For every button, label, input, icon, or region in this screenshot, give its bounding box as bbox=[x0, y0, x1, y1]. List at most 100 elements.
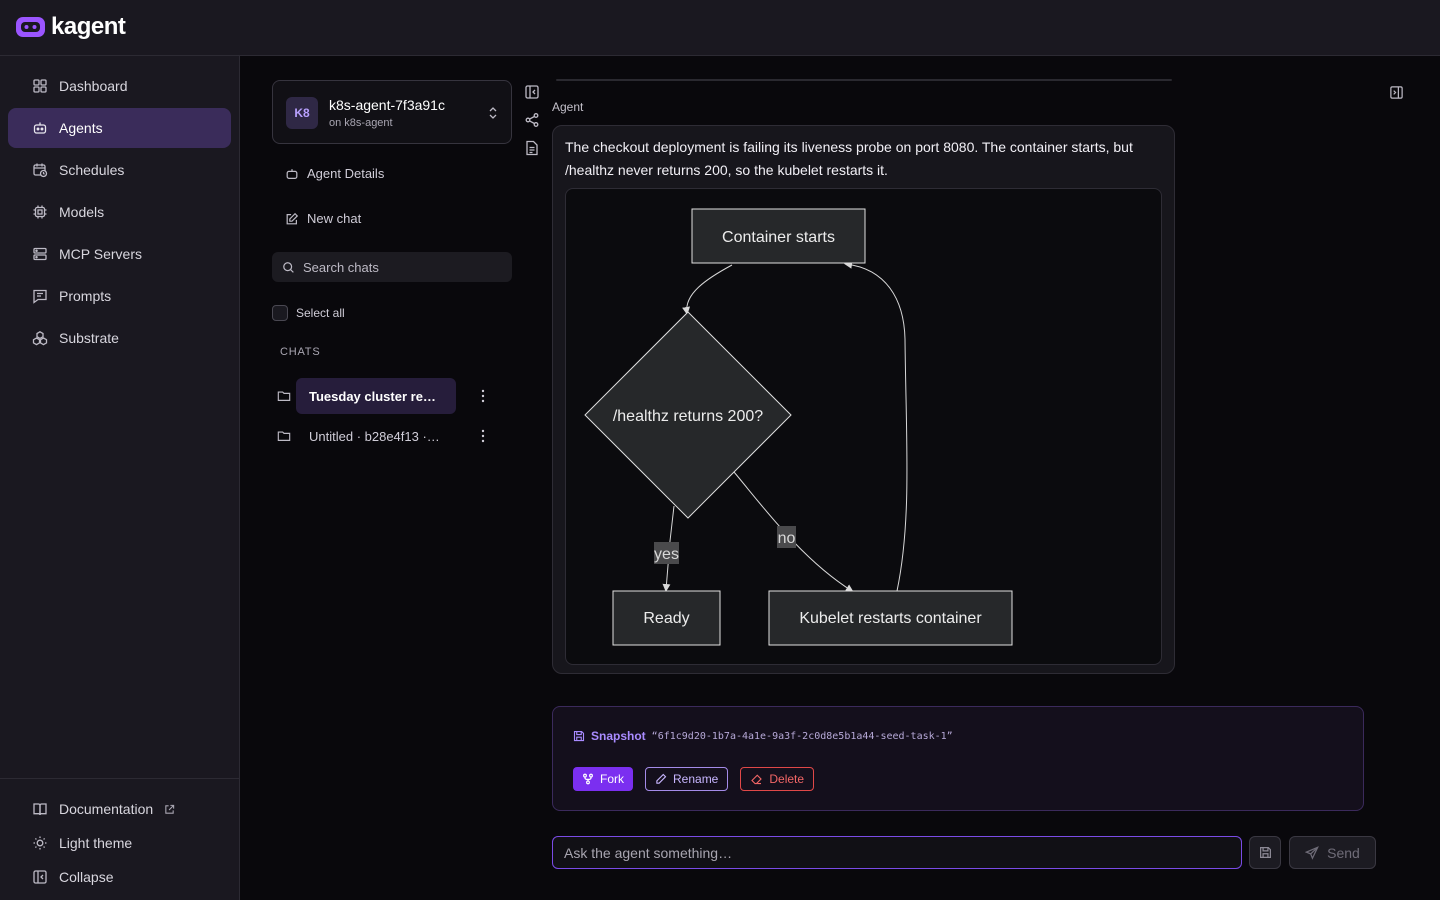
message-role: Agent bbox=[552, 100, 584, 114]
chat-list-panel: K8 k8s-agent-7f3a91c on k8s-agent Agent … bbox=[240, 56, 540, 900]
robot-logo-icon bbox=[16, 17, 45, 37]
save-icon bbox=[573, 730, 585, 742]
chat-tool-icons bbox=[524, 84, 540, 156]
sidebar-item-label: Prompts bbox=[59, 288, 112, 304]
file-text-icon[interactable] bbox=[524, 140, 540, 156]
chat-title[interactable]: Untitled · b28e4f13 ·… bbox=[296, 418, 456, 454]
select-all-checkbox[interactable] bbox=[272, 305, 288, 321]
agent-selector[interactable]: K8 k8s-agent-7f3a91c on k8s-agent bbox=[272, 80, 512, 144]
edge-restart-loop bbox=[844, 260, 908, 592]
chats-section-label: CHATS bbox=[280, 346, 321, 358]
node-label-ready: Ready bbox=[643, 610, 689, 627]
panel-left-icon[interactable] bbox=[524, 84, 540, 100]
brand-name: kagent bbox=[51, 13, 126, 40]
agent-avatar: K8 bbox=[286, 97, 318, 129]
node-label-restart: Kubelet restarts container bbox=[799, 610, 982, 627]
git-fork-icon bbox=[583, 773, 593, 785]
agent-namespace: on k8s-agent bbox=[329, 117, 393, 129]
agent-details-label: Agent Details bbox=[307, 166, 385, 181]
search-icon bbox=[283, 261, 294, 273]
rename-button[interactable]: Rename bbox=[645, 767, 729, 791]
fork-label: Fork bbox=[600, 772, 624, 786]
sidebar-item-substrate[interactable]: Substrate bbox=[8, 318, 231, 358]
chat-item[interactable]: Tuesday cluster re… bbox=[272, 378, 497, 414]
sidebar-footer: Documentation Light theme Collapse bbox=[0, 778, 239, 894]
send-label: Send bbox=[1327, 844, 1360, 861]
chat-input-placeholder: Ask the agent something… bbox=[564, 844, 733, 861]
chat-item[interactable]: Untitled · b28e4f13 ·… bbox=[272, 418, 497, 454]
sidebar-item-label: Schedules bbox=[59, 162, 125, 178]
save-icon bbox=[1259, 847, 1271, 858]
snapshot-id: “6f1c9d20-1b7a-4a1e-9a3f-2c0d8e5b1a44-se… bbox=[651, 730, 953, 742]
flowchart-svg: Container starts /healthz returns 200? R… bbox=[584, 208, 1013, 646]
save-snapshot-button[interactable] bbox=[1249, 836, 1281, 869]
sidebar: Dashboard Agents Schedules Models MCP Se… bbox=[0, 56, 240, 900]
folder-icon bbox=[277, 391, 291, 401]
panel-left-close-icon bbox=[33, 870, 47, 884]
message-divider bbox=[556, 79, 1172, 81]
grid-icon bbox=[33, 79, 47, 93]
folder-icon bbox=[277, 431, 291, 441]
message-text-icon bbox=[33, 289, 47, 304]
documentation-label: Documentation bbox=[59, 801, 154, 817]
sidebar-item-prompts[interactable]: Prompts bbox=[8, 276, 231, 316]
fork-button[interactable]: Fork bbox=[573, 767, 633, 791]
eraser-icon bbox=[751, 774, 763, 785]
node-label-start: Container starts bbox=[722, 229, 835, 246]
cpu-icon bbox=[33, 205, 47, 219]
bot-icon bbox=[286, 168, 298, 179]
sidebar-item-schedules[interactable]: Schedules bbox=[8, 150, 231, 190]
documentation-link[interactable]: Documentation bbox=[0, 792, 239, 826]
sidebar-item-label: Dashboard bbox=[59, 78, 128, 94]
send-icon bbox=[1305, 845, 1320, 860]
calendar-clock-icon bbox=[33, 163, 48, 178]
search-chats-input[interactable]: Search chats bbox=[272, 252, 512, 282]
theme-label: Light theme bbox=[59, 835, 133, 851]
sidebar-item-label: Agents bbox=[59, 120, 103, 136]
server-icon bbox=[33, 247, 47, 261]
sidebar-item-models[interactable]: Models bbox=[8, 192, 231, 232]
message-text: The checkout deployment is failing its l… bbox=[565, 139, 1133, 178]
delete-button[interactable]: Delete bbox=[740, 767, 815, 791]
share-icon[interactable] bbox=[524, 112, 540, 128]
snapshot-label: Snapshot bbox=[591, 729, 646, 743]
send-button[interactable]: Send bbox=[1289, 836, 1376, 869]
edge-label-no: no bbox=[778, 530, 796, 547]
book-icon bbox=[33, 803, 47, 816]
snapshot-card: Snapshot “6f1c9d20-1b7a-4a1e-9a3f-2c0d8e… bbox=[552, 706, 1364, 811]
kagent-logo[interactable]: kagent bbox=[15, 13, 126, 41]
sidebar-item-dashboard[interactable]: Dashboard bbox=[8, 66, 231, 106]
external-link-icon bbox=[165, 804, 175, 814]
collapse-label: Collapse bbox=[59, 869, 114, 885]
sidebar-item-agents[interactable]: Agents bbox=[8, 108, 231, 148]
chevrons-up-down-icon bbox=[489, 107, 497, 119]
collapse-sidebar-button[interactable]: Collapse bbox=[0, 860, 239, 894]
more-vertical-icon[interactable] bbox=[481, 389, 485, 403]
chat-title[interactable]: Tuesday cluster re… bbox=[296, 378, 456, 414]
theme-toggle[interactable]: Light theme bbox=[0, 826, 239, 860]
agent-details-link[interactable]: Agent Details bbox=[285, 166, 384, 181]
top-bar: kagent bbox=[0, 0, 1440, 56]
edge-label-yes: yes bbox=[654, 546, 679, 563]
agent-name: k8s-agent-7f3a91c bbox=[329, 97, 445, 113]
sidebar-item-label: MCP Servers bbox=[59, 246, 142, 262]
panel-right-icon[interactable] bbox=[1389, 85, 1404, 100]
sidebar-item-label: Substrate bbox=[59, 330, 119, 346]
agent-message: The checkout deployment is failing its l… bbox=[552, 125, 1175, 674]
select-all[interactable]: Select all bbox=[272, 305, 345, 321]
boxes-icon bbox=[32, 331, 48, 346]
sidebar-item-label: Models bbox=[59, 204, 105, 220]
new-chat-label: New chat bbox=[307, 211, 362, 226]
bot-icon bbox=[33, 122, 47, 134]
edge-start-decision bbox=[682, 264, 733, 315]
edit-icon bbox=[286, 212, 299, 224]
select-all-label: Select all bbox=[296, 306, 345, 320]
sidebar-nav: Dashboard Agents Schedules Models MCP Se… bbox=[8, 66, 231, 360]
node-label-decision: /healthz returns 200? bbox=[613, 408, 763, 425]
chat-input[interactable]: Ask the agent something… bbox=[552, 836, 1242, 869]
search-placeholder: Search chats bbox=[303, 259, 379, 275]
new-chat-button[interactable]: New chat bbox=[285, 211, 361, 226]
more-vertical-icon[interactable] bbox=[481, 429, 485, 443]
sidebar-item-mcp-servers[interactable]: MCP Servers bbox=[8, 234, 231, 274]
rename-label: Rename bbox=[673, 772, 719, 786]
